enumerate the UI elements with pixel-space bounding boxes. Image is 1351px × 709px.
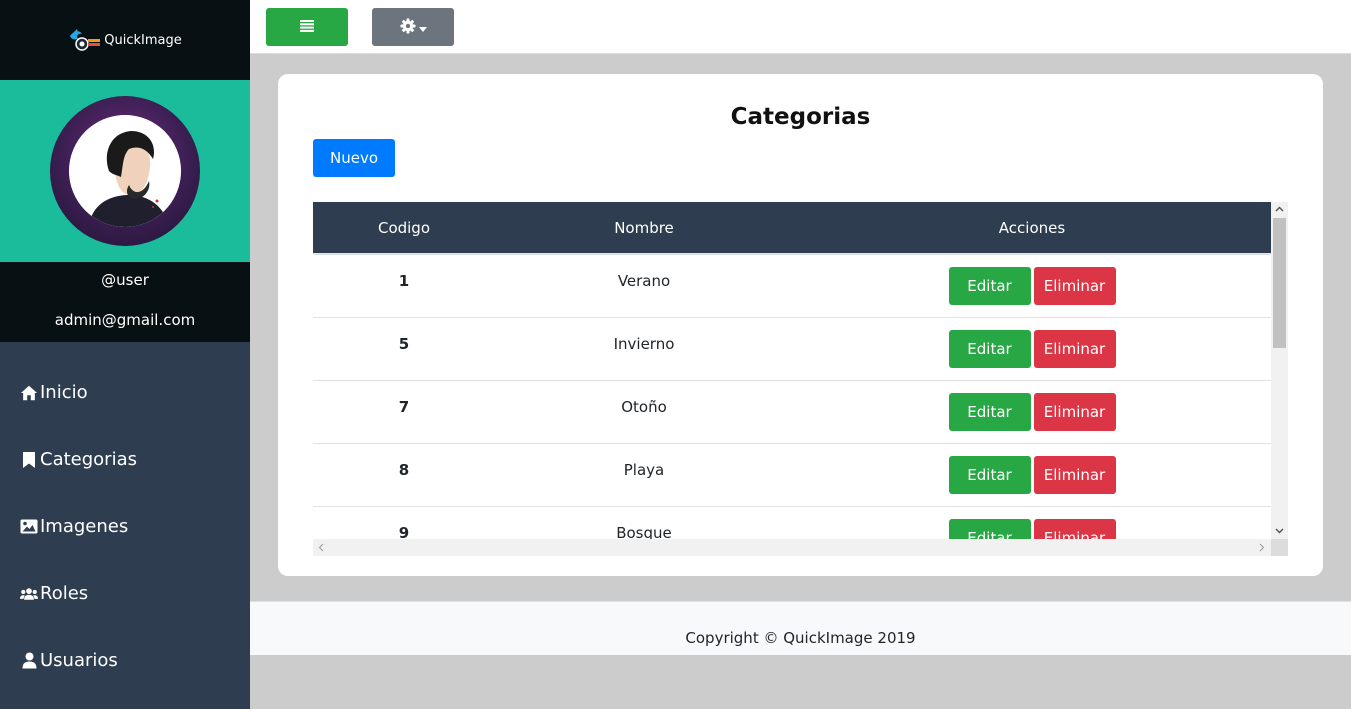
table-scroll-area[interactable]: Codigo Nombre Acciones 1 Verano Editar El… xyxy=(313,202,1271,539)
cell-actions: Editar Eliminar xyxy=(793,380,1271,443)
cell-name: Verano xyxy=(617,272,671,290)
cell-code: 9 xyxy=(398,523,410,540)
sidebar-item-label: Roles xyxy=(40,583,89,604)
cell-name: Playa xyxy=(623,460,665,479)
delete-button[interactable]: Eliminar xyxy=(1033,518,1116,539)
settings-dropdown-button[interactable] xyxy=(372,8,454,46)
sidebar: QuickImage @user admin@gmail.com Inicio … xyxy=(0,0,250,709)
brand-name: QuickImage xyxy=(104,32,182,48)
bookmark-icon xyxy=(20,451,38,469)
horizontal-scrollbar[interactable] xyxy=(313,539,1271,556)
cell-code: 8 xyxy=(398,460,410,479)
sidebar-item-usuarios[interactable]: Usuarios xyxy=(0,627,250,694)
edit-button[interactable]: Editar xyxy=(948,455,1031,494)
camera-logo-icon xyxy=(68,28,101,52)
brand[interactable]: QuickImage xyxy=(0,0,250,80)
sidebar-item-label: Imagenes xyxy=(40,516,129,537)
table-row: 5 Invierno Editar Eliminar xyxy=(313,317,1271,380)
scroll-down-icon[interactable] xyxy=(1275,527,1284,537)
user-handle: @user xyxy=(101,271,149,289)
cell-actions: Editar Eliminar xyxy=(793,254,1271,317)
cell-code: 7 xyxy=(398,397,410,416)
cell-name: Otoño xyxy=(621,397,667,416)
sidebar-item-inicio[interactable]: Inicio xyxy=(0,359,250,426)
categories-table: Codigo Nombre Acciones 1 Verano Editar El… xyxy=(313,202,1271,539)
topbar xyxy=(250,0,1351,54)
edit-button[interactable]: Editar xyxy=(948,329,1031,368)
sidebar-item-label: Usuarios xyxy=(40,650,118,671)
table-row: 9 Bosque Editar Eliminar xyxy=(313,506,1271,539)
table-header-row: Codigo Nombre Acciones xyxy=(313,202,1271,254)
footer: Copyright © QuickImage 2019 xyxy=(250,601,1351,655)
sidebar-item-label: Categorias xyxy=(40,449,137,470)
scroll-left-icon[interactable] xyxy=(318,543,324,555)
delete-button[interactable]: Eliminar xyxy=(1033,455,1116,494)
cell-code: 5 xyxy=(398,334,410,353)
table-row: 1 Verano Editar Eliminar xyxy=(313,254,1271,317)
table-container: Codigo Nombre Acciones 1 Verano Editar El… xyxy=(313,202,1288,556)
profile-band xyxy=(0,80,250,262)
avatar-image xyxy=(69,115,181,227)
column-header-codigo: Codigo xyxy=(377,218,431,237)
sidebar-item-roles[interactable]: Roles xyxy=(0,560,250,627)
delete-button[interactable]: Eliminar xyxy=(1033,392,1116,431)
table-row: 7 Otoño Editar Eliminar xyxy=(313,380,1271,443)
new-category-button[interactable]: Nuevo xyxy=(313,139,395,177)
vertical-scroll-thumb[interactable] xyxy=(1273,218,1286,348)
categories-card: Categorias Nuevo Codigo Nombre Acciones … xyxy=(278,74,1323,576)
edit-button[interactable]: Editar xyxy=(948,392,1031,431)
menu-toggle-button[interactable] xyxy=(266,8,348,46)
cell-name: Invierno xyxy=(613,334,675,353)
cell-code: 1 xyxy=(398,272,410,290)
scrollbar-corner xyxy=(1271,539,1288,556)
list-icon xyxy=(300,19,314,35)
column-header-acciones: Acciones xyxy=(998,218,1066,237)
home-icon xyxy=(20,384,38,402)
delete-button[interactable]: Eliminar xyxy=(1033,267,1116,305)
caret-down-icon xyxy=(418,20,427,35)
cell-actions: Editar Eliminar xyxy=(793,317,1271,380)
vertical-scrollbar[interactable] xyxy=(1271,202,1288,539)
sidebar-item-label: Inicio xyxy=(40,382,88,403)
avatar xyxy=(50,96,200,246)
cell-actions: Editar Eliminar xyxy=(793,443,1271,506)
copyright-text: Copyright © QuickImage 2019 xyxy=(685,629,916,647)
user-icon xyxy=(20,652,38,670)
delete-button[interactable]: Eliminar xyxy=(1033,329,1116,368)
image-icon xyxy=(20,518,38,536)
scroll-up-icon[interactable] xyxy=(1275,205,1284,215)
sidebar-item-categorias[interactable]: Categorias xyxy=(0,426,250,493)
cell-actions: Editar Eliminar xyxy=(793,506,1271,539)
scroll-right-icon[interactable] xyxy=(1259,543,1265,555)
column-header-nombre: Nombre xyxy=(614,218,674,237)
table-row: 8 Playa Editar Eliminar xyxy=(313,443,1271,506)
edit-button[interactable]: Editar xyxy=(948,267,1031,305)
user-info: @user admin@gmail.com xyxy=(0,262,250,342)
gear-icon xyxy=(400,18,416,37)
page-title: Categorias xyxy=(730,104,871,130)
cell-name: Bosque xyxy=(616,523,672,540)
user-email: admin@gmail.com xyxy=(54,311,196,329)
edit-button[interactable]: Editar xyxy=(948,518,1031,539)
sidebar-nav: Inicio Categorias Imagenes Roles Usuario… xyxy=(0,359,250,694)
sidebar-item-imagenes[interactable]: Imagenes xyxy=(0,493,250,560)
users-icon xyxy=(20,585,38,603)
